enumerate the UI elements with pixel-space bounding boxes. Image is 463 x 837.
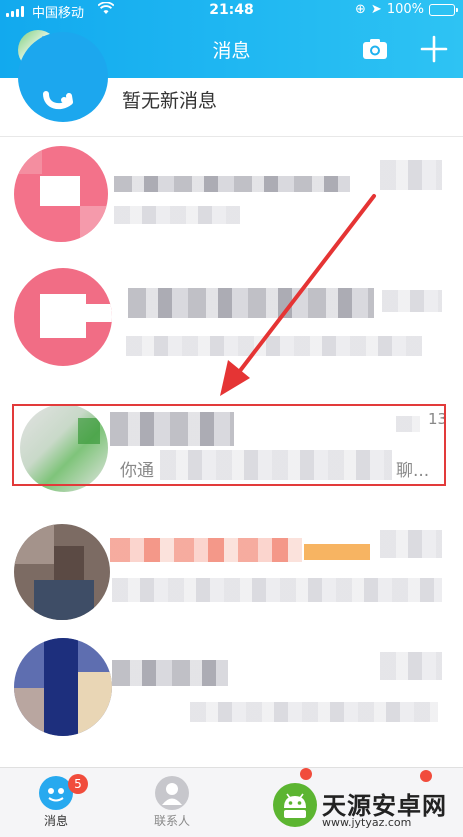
chat-row[interactable] xyxy=(0,516,463,636)
site-watermark: 天源安卓网 www.jytyaz.com xyxy=(270,780,460,832)
chat-avatar xyxy=(14,146,108,242)
chat-time-redacted xyxy=(380,530,442,558)
contacts-icon xyxy=(155,776,189,810)
unread-badge: 5 xyxy=(68,774,88,794)
camera-button[interactable] xyxy=(362,38,388,60)
plus-icon xyxy=(420,35,448,63)
add-button[interactable] xyxy=(419,34,449,64)
divider xyxy=(0,136,463,137)
chat-name-redacted xyxy=(114,176,350,192)
battery-percent: 100% xyxy=(386,2,424,17)
tab-contacts[interactable]: 联系人 xyxy=(132,776,212,829)
chat-row[interactable] xyxy=(0,636,463,756)
notice-icon xyxy=(18,32,108,122)
chat-name-redacted xyxy=(128,288,374,318)
chat-avatar xyxy=(14,638,112,736)
android-logo-icon xyxy=(273,783,317,827)
battery-icon xyxy=(429,3,458,16)
orientation-lock-icon: ⊕ xyxy=(355,2,366,17)
chat-time-redacted xyxy=(382,290,442,312)
highlight-box xyxy=(12,404,446,486)
no-new-messages-text: 暂无新消息 xyxy=(122,90,218,112)
chat-preview-redacted xyxy=(114,206,240,224)
watermark-url: www.jytyaz.com xyxy=(322,816,412,829)
chat-time-redacted xyxy=(380,160,442,190)
chat-preview-redacted xyxy=(126,336,422,356)
chat-name-redacted xyxy=(112,660,228,686)
chat-preview-redacted xyxy=(112,578,442,602)
chat-avatar xyxy=(14,524,110,620)
status-right: ⊕ ➤ 100% xyxy=(355,2,458,17)
no-new-messages-row[interactable]: 暂无新消息 xyxy=(0,32,463,128)
status-bar: 中国移动 21:48 ⊕ ➤ 100% xyxy=(0,0,463,22)
chat-name-redacted xyxy=(110,538,302,562)
chat-row[interactable] xyxy=(0,262,463,382)
notification-dot xyxy=(300,768,312,780)
chat-preview-redacted xyxy=(190,702,438,722)
chat-tag-redacted xyxy=(304,544,370,560)
tab-contacts-label: 联系人 xyxy=(153,814,190,828)
chat-avatar xyxy=(14,268,112,366)
camera-icon xyxy=(363,39,387,59)
chat-time-redacted xyxy=(380,652,442,680)
tab-messages-label: 消息 xyxy=(43,814,68,828)
chat-row[interactable] xyxy=(0,140,463,260)
location-icon: ➤ xyxy=(370,2,382,17)
